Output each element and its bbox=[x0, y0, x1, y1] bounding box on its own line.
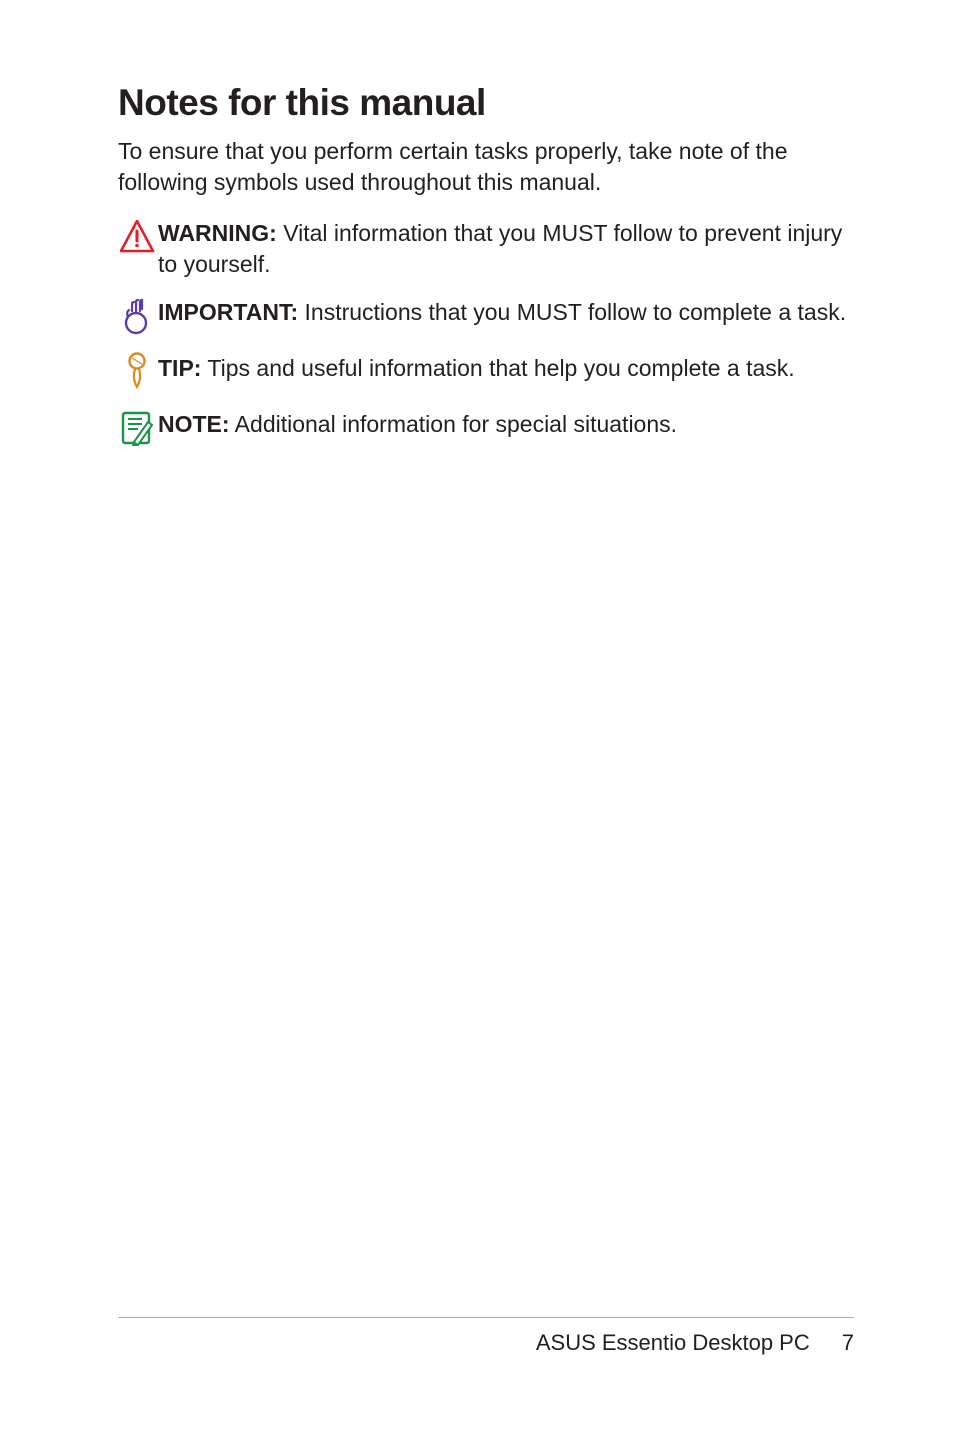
tip-note: TIP: Tips and useful information that he… bbox=[118, 353, 854, 391]
tip-icon bbox=[118, 353, 156, 391]
note-icon bbox=[118, 409, 156, 447]
page-number: 7 bbox=[842, 1330, 854, 1356]
note-note: NOTE: Additional information for special… bbox=[118, 409, 854, 447]
important-text: IMPORTANT: Instructions that you MUST fo… bbox=[158, 297, 854, 328]
warning-note: WARNING: Vital information that you MUST… bbox=[118, 218, 854, 279]
important-icon bbox=[118, 297, 156, 335]
intro-paragraph: To ensure that you perform certain tasks… bbox=[118, 136, 854, 198]
page-footer: ASUS Essentio Desktop PC 7 bbox=[118, 1317, 854, 1356]
note-text: NOTE: Additional information for special… bbox=[158, 409, 854, 440]
tip-text: TIP: Tips and useful information that he… bbox=[158, 353, 854, 384]
important-note: IMPORTANT: Instructions that you MUST fo… bbox=[118, 297, 854, 335]
warning-icon bbox=[118, 218, 156, 256]
product-name: ASUS Essentio Desktop PC bbox=[536, 1330, 810, 1356]
section-heading: Notes for this manual bbox=[118, 82, 854, 124]
warning-text: WARNING: Vital information that you MUST… bbox=[158, 218, 854, 279]
